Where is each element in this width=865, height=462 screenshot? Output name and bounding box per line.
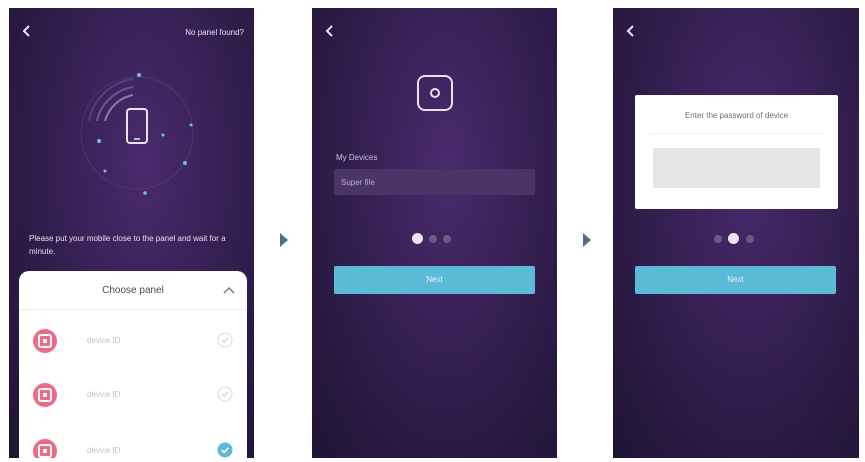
- check-circle-icon[interactable]: [217, 386, 233, 402]
- password-card: Enter the password of device: [635, 95, 838, 209]
- phone-scanning-icon: [67, 63, 207, 203]
- device-name-input[interactable]: Super file: [334, 169, 535, 195]
- back-arrow-icon[interactable]: [625, 24, 637, 38]
- choose-panel-sheet: Choose panel device ID device ID device …: [19, 271, 247, 458]
- panel-list-item[interactable]: device ID: [19, 375, 247, 415]
- device-icon: [33, 329, 57, 353]
- sheet-title: Choose panel: [102, 285, 164, 296]
- device-icon: [33, 439, 57, 458]
- device-name-value: Super file: [341, 178, 375, 187]
- triangle-right-icon: [583, 233, 591, 247]
- step-indicator: [412, 233, 456, 245]
- card-title: Enter the password of device: [684, 111, 789, 120]
- chevron-up-icon[interactable]: [223, 286, 235, 294]
- check-circle-icon[interactable]: [217, 332, 233, 348]
- back-arrow-icon[interactable]: [21, 24, 33, 38]
- field-label: My Devices: [336, 153, 378, 162]
- step-dot-active: [412, 233, 423, 244]
- screen-scan-panel: No panel found? Please put your mobile c…: [9, 8, 254, 458]
- screen-name-device: My Devices Super file Next: [312, 8, 557, 458]
- back-arrow-icon[interactable]: [324, 24, 336, 38]
- panel-list-item[interactable]: device ID: [19, 431, 247, 458]
- panel-label: device ID: [87, 390, 121, 399]
- panel-label: device ID: [87, 336, 121, 345]
- no-panel-found-link[interactable]: No panel found?: [185, 28, 244, 37]
- step-indicator: [714, 233, 758, 245]
- step-dot: [429, 235, 437, 243]
- step-dot-active: [728, 233, 739, 244]
- step-dot: [714, 235, 722, 243]
- step-dot: [443, 235, 451, 243]
- screen-enter-password: Enter the password of device Next: [613, 8, 859, 458]
- instruction-text: Please put your mobile close to the pane…: [29, 234, 226, 256]
- divider: [649, 133, 824, 134]
- panel-label: device ID: [87, 446, 121, 455]
- panel-list-item[interactable]: device ID: [19, 321, 247, 361]
- divider: [19, 309, 247, 310]
- device-square-icon: [417, 75, 453, 111]
- step-dot: [746, 235, 754, 243]
- password-input[interactable]: [653, 148, 820, 188]
- next-button[interactable]: Next: [334, 266, 535, 294]
- check-circle-selected-icon[interactable]: [217, 442, 233, 458]
- next-button[interactable]: Next: [635, 266, 836, 294]
- triangle-right-icon: [280, 233, 288, 247]
- device-icon: [33, 383, 57, 407]
